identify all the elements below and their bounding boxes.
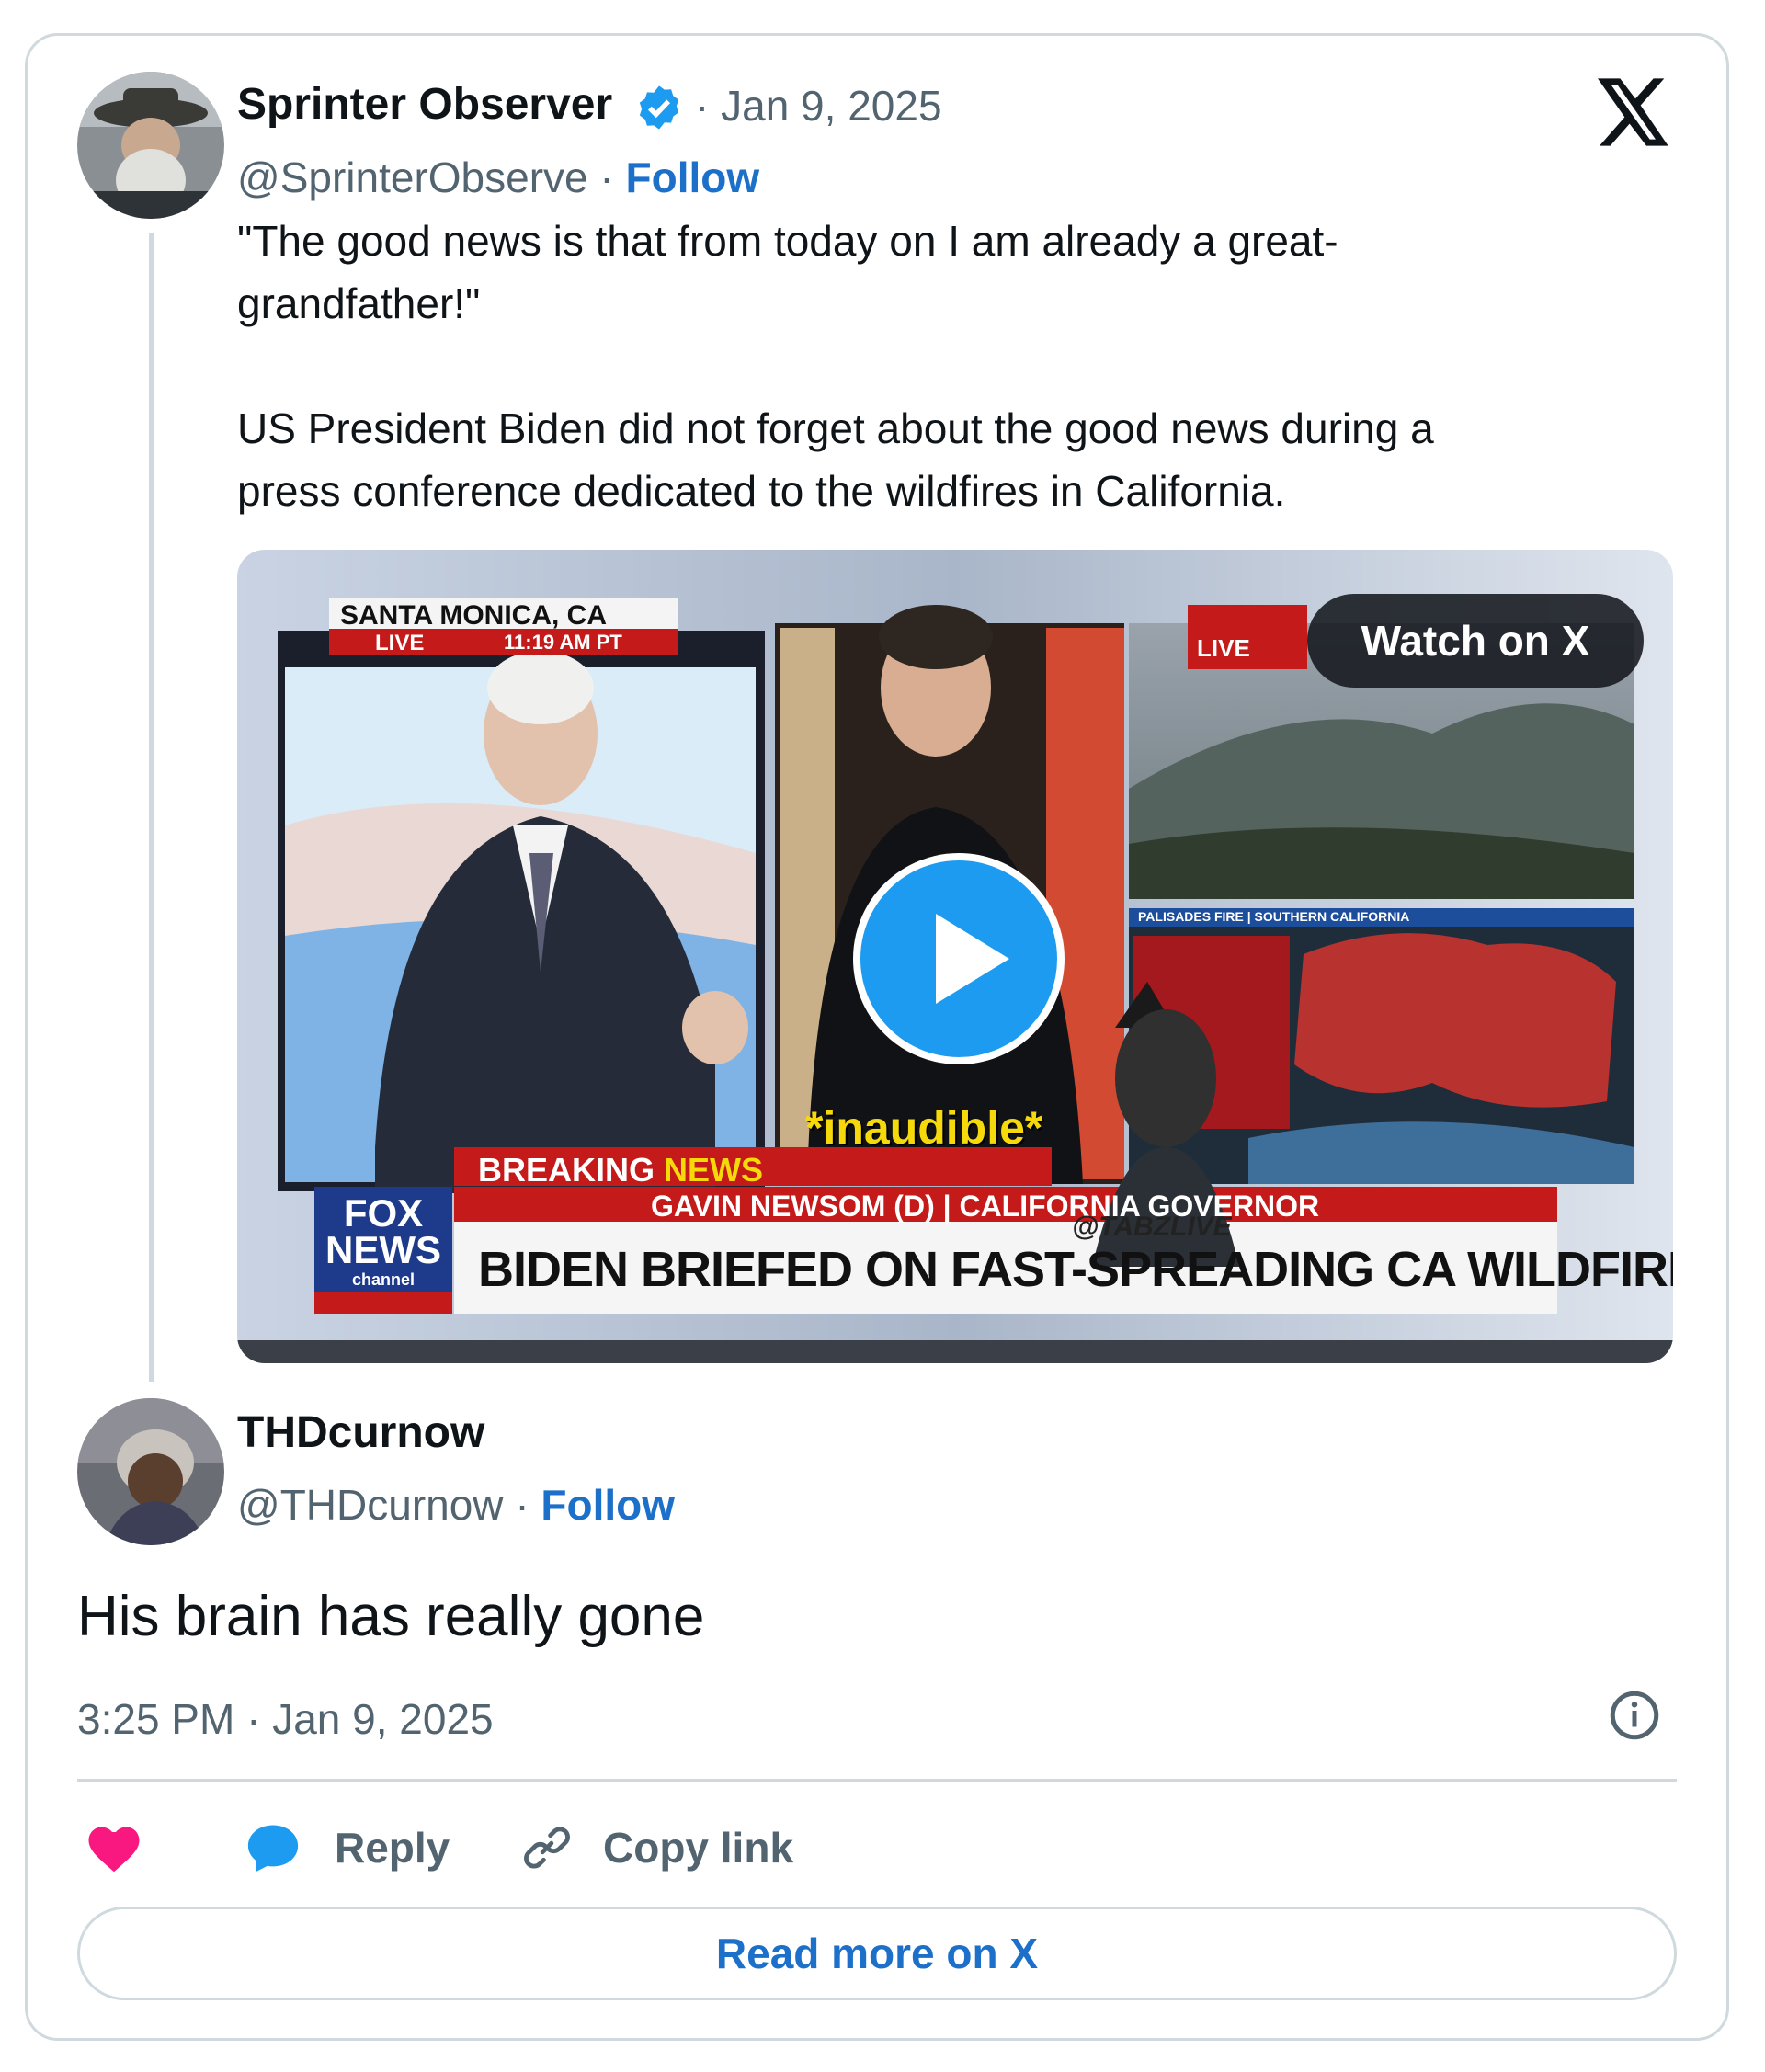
broadcast-live-label: LIVE	[375, 631, 425, 655]
broadcast-live-label-right: LIVE	[1197, 634, 1250, 662]
actions-divider	[77, 1779, 1677, 1782]
info-icon[interactable]	[1607, 1688, 1662, 1743]
logo-line-news: NEWS	[325, 1228, 441, 1271]
video-watermark: @TABZLIVE	[1072, 1212, 1232, 1242]
quoted-follow-link[interactable]: Follow	[626, 154, 760, 201]
play-button[interactable]	[853, 853, 1065, 1064]
verified-badge-icon	[639, 85, 679, 130]
separator-dot: ·	[695, 82, 722, 130]
heart-icon	[88, 1827, 140, 1873]
video-thumbnail[interactable]: SANTA MONICA, CA LIVE 11:19 AM PT LIVE P…	[237, 550, 1673, 1363]
watch-on-x-button[interactable]: Watch on X	[1307, 594, 1644, 688]
avatar-sprinter-observer[interactable]	[77, 72, 224, 219]
lower-third-headline: BIDEN BRIEFED ON FAST-SPREADING CA WILDF…	[478, 1242, 1673, 1297]
read-more-button[interactable]: Read more on X	[77, 1907, 1677, 2000]
map-header-label: PALISADES FIRE | SOUTHERN CALIFORNIA	[1138, 909, 1410, 924]
logo-line-channel: channel	[351, 1270, 416, 1289]
reply-post-text: His brain has really gone	[77, 1585, 705, 1648]
link-icon	[524, 1827, 570, 1869]
reply-author-handle[interactable]: @THDcurnow	[237, 1481, 504, 1529]
video-caption: *inaudible*	[805, 1102, 1043, 1154]
quoted-post-date[interactable]: Jan 9, 2025	[721, 82, 941, 130]
quoted-author-name[interactable]: Sprinter Observer	[237, 79, 612, 130]
post-timestamp[interactable]: 3:25 PM · Jan 9, 2025	[77, 1694, 494, 1744]
broadcast-time-label: 11:19 AM PT	[504, 631, 622, 654]
logo-line-fox: FOX	[343, 1191, 424, 1235]
broadcast-location-label: SANTA MONICA, CA	[340, 600, 607, 631]
fox-news-logo: FOX NEWS channel	[318, 1191, 449, 1291]
news-word: NEWS	[664, 1151, 764, 1189]
separator-dot: ·	[515, 1481, 541, 1529]
like-button[interactable]	[86, 1816, 142, 1880]
x-logo-icon[interactable]	[1598, 77, 1671, 147]
reply-follow-link[interactable]: Follow	[541, 1481, 675, 1529]
breaking-word: BREAKING	[478, 1151, 655, 1189]
quoted-post-text: "The good news is that from today on I a…	[237, 217, 1434, 515]
copy-link-button[interactable]: Copy link	[520, 1816, 793, 1880]
copy-link-label: Copy link	[603, 1824, 794, 1872]
reply-bubble-icon	[247, 1825, 299, 1872]
thread-connector-line	[149, 233, 154, 1382]
separator-dot: ·	[599, 154, 626, 201]
avatar-thdcurnow[interactable]	[77, 1398, 224, 1545]
quoted-author-handle[interactable]: @SprinterObserve	[237, 154, 588, 201]
reply-author-name[interactable]: THDcurnow	[237, 1407, 484, 1458]
reply-label: Reply	[335, 1824, 450, 1872]
play-icon	[936, 914, 1009, 1004]
breaking-label: BREAKING NEWS	[478, 1151, 763, 1190]
reply-button[interactable]: Reply	[245, 1816, 450, 1880]
